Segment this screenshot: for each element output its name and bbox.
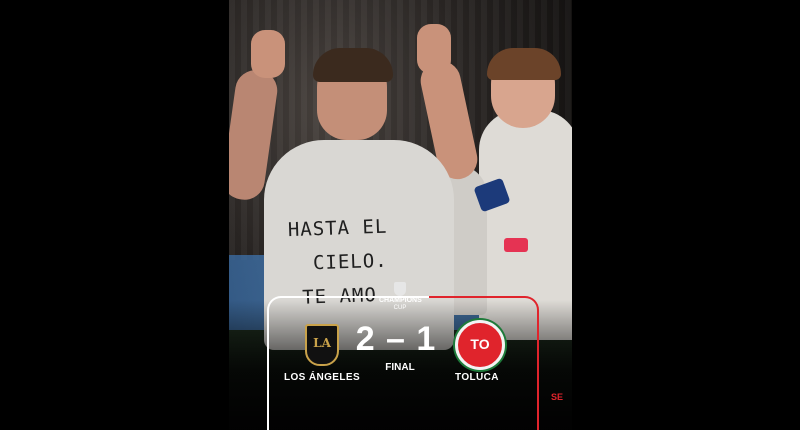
corner-tag: SE: [551, 392, 564, 402]
toluca-crest-monogram: TO: [470, 336, 490, 352]
player-hair: [313, 48, 393, 82]
wristband: [504, 238, 528, 252]
teammate-hair: [487, 48, 561, 80]
cup-logo-line-1: CHAMPIONS: [379, 297, 422, 304]
match-score: 2 – 1: [355, 320, 437, 358]
trophy-icon: [394, 282, 406, 296]
champions-cup-logo: CHAMPIONS CUP: [379, 282, 422, 312]
photo-panel: HASTA EL CIELO. TE AMO CHAMPIONS CUP LA …: [229, 0, 572, 430]
away-team-name: TOLUCA: [455, 372, 499, 383]
home-team-name: LOS ÁNGELES: [283, 372, 361, 383]
pointing-left-hand: [251, 30, 285, 78]
pointing-right-hand: [417, 24, 451, 74]
lafc-crest-monogram: LA: [313, 336, 331, 350]
match-status: FINAL: [385, 362, 415, 373]
cup-logo-line-2: CUP: [393, 305, 407, 311]
toluca-crest-icon: TO: [455, 320, 505, 370]
lafc-crest-icon: LA: [305, 324, 339, 366]
